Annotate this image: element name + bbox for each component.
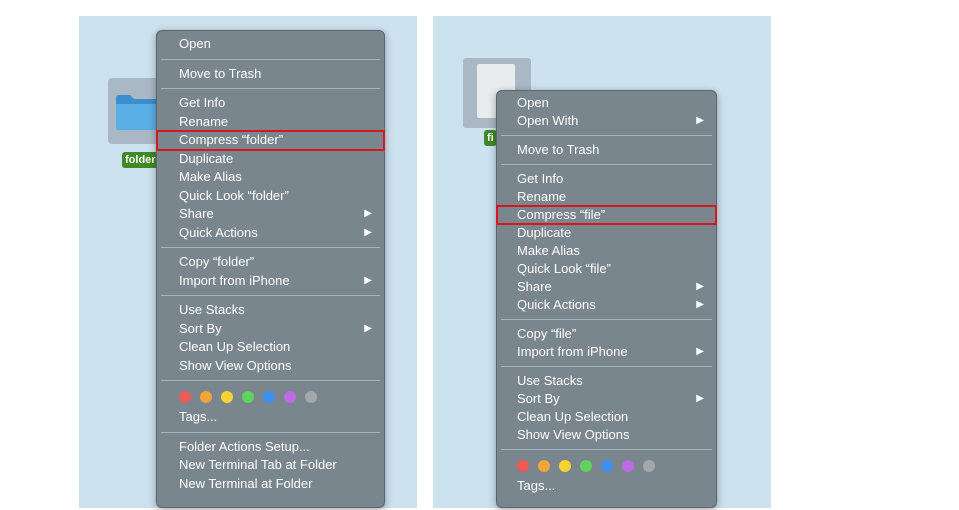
menu-item-copy[interactable]: Copy “folder” <box>157 253 384 272</box>
menu-item-open-with[interactable]: Open With ▶ <box>497 112 716 130</box>
tag-blue-dot[interactable] <box>263 391 275 403</box>
menu-item-open[interactable]: Open <box>497 94 716 112</box>
tag-gray-dot[interactable] <box>305 391 317 403</box>
menu-item-new-terminal-tab[interactable]: New Terminal Tab at Folder <box>157 456 384 475</box>
submenu-arrow-icon: ▶ <box>696 299 704 310</box>
tag-orange-dot[interactable] <box>200 391 212 403</box>
menu-item-show-view-options[interactable]: Show View Options <box>497 426 716 444</box>
menu-item-open[interactable]: Open <box>157 35 384 54</box>
menu-item-sort-by[interactable]: Sort By ▶ <box>497 390 716 408</box>
menu-item-compress[interactable]: Compress “folder” <box>156 130 385 151</box>
menu-separator <box>501 164 712 165</box>
submenu-arrow-icon: ▶ <box>696 393 704 404</box>
menu-item-new-terminal[interactable]: New Terminal at Folder <box>157 475 384 494</box>
menu-item-get-info[interactable]: Get Info <box>157 94 384 113</box>
menu-item-import-from-iphone[interactable]: Import from iPhone ▶ <box>157 272 384 291</box>
menu-item-make-alias[interactable]: Make Alias <box>497 242 716 260</box>
menu-item-make-alias[interactable]: Make Alias <box>157 168 384 187</box>
menu-item-sort-by[interactable]: Sort By ▶ <box>157 320 384 339</box>
menu-item-use-stacks[interactable]: Use Stacks <box>157 301 384 320</box>
menu-item-rename[interactable]: Rename <box>157 113 384 132</box>
context-menu-file: Open Open With ▶ Move to Trash Get Info R… <box>496 90 717 508</box>
menu-item-label: Sort By <box>517 391 560 406</box>
folder-graphic <box>116 95 160 130</box>
tag-yellow-dot[interactable] <box>221 391 233 403</box>
menu-item-label: Open With <box>517 113 579 128</box>
tag-red-dot[interactable] <box>517 460 529 472</box>
menu-item-clean-up-selection[interactable]: Clean Up Selection <box>497 408 716 426</box>
tag-green-dot[interactable] <box>580 460 592 472</box>
submenu-arrow-icon: ▶ <box>696 281 704 292</box>
menu-item-quick-look[interactable]: Quick Look “folder” <box>157 187 384 206</box>
menu-item-label: Quick Actions <box>517 297 596 312</box>
menu-separator <box>501 366 712 367</box>
tag-color-row <box>497 455 716 477</box>
menu-item-quick-look[interactable]: Quick Look “file” <box>497 260 716 278</box>
menu-item-share[interactable]: Share ▶ <box>157 205 384 224</box>
menu-item-share[interactable]: Share ▶ <box>497 278 716 296</box>
submenu-arrow-icon: ▶ <box>364 274 372 286</box>
menu-separator <box>161 380 380 381</box>
tag-gray-dot[interactable] <box>643 460 655 472</box>
menu-item-copy[interactable]: Copy “file” <box>497 325 716 343</box>
menu-item-folder-actions-setup[interactable]: Folder Actions Setup... <box>157 438 384 457</box>
menu-separator <box>161 295 380 296</box>
menu-item-get-info[interactable]: Get Info <box>497 170 716 188</box>
folder-icon[interactable] <box>108 78 160 144</box>
menu-item-label: Import from iPhone <box>179 272 290 288</box>
submenu-arrow-icon: ▶ <box>696 346 704 357</box>
tag-yellow-dot[interactable] <box>559 460 571 472</box>
file-name-label[interactable]: fi <box>484 130 497 146</box>
tag-color-row <box>157 386 384 408</box>
menu-item-label: Sort By <box>179 320 222 336</box>
menu-item-label: Import from iPhone <box>517 344 628 359</box>
menu-item-clean-up-selection[interactable]: Clean Up Selection <box>157 338 384 357</box>
tag-red-dot[interactable] <box>179 391 191 403</box>
menu-separator <box>501 319 712 320</box>
menu-separator <box>161 431 380 433</box>
menu-item-tags[interactable]: Tags... <box>497 477 716 495</box>
menu-item-rename[interactable]: Rename <box>497 188 716 206</box>
menu-item-tags[interactable]: Tags... <box>157 408 384 427</box>
menu-item-label: Share <box>517 279 552 294</box>
menu-item-use-stacks[interactable]: Use Stacks <box>497 372 716 390</box>
menu-separator <box>501 449 712 450</box>
tag-green-dot[interactable] <box>242 391 254 403</box>
menu-separator <box>161 247 380 248</box>
menu-item-import-from-iphone[interactable]: Import from iPhone ▶ <box>497 343 716 361</box>
menu-item-duplicate[interactable]: Duplicate <box>497 224 716 242</box>
menu-item-compress[interactable]: Compress “file” <box>496 205 717 225</box>
folder-name-label[interactable]: folder <box>122 152 159 168</box>
menu-item-show-view-options[interactable]: Show View Options <box>157 357 384 376</box>
context-menu-folder: Open Move to Trash Get Info Rename Compr… <box>156 30 385 508</box>
tag-blue-dot[interactable] <box>601 460 613 472</box>
menu-separator <box>161 88 380 89</box>
submenu-arrow-icon: ▶ <box>364 226 372 238</box>
menu-item-move-to-trash[interactable]: Move to Trash <box>157 65 384 84</box>
menu-separator <box>161 58 380 60</box>
submenu-arrow-icon: ▶ <box>364 208 372 219</box>
menu-item-label: Share <box>179 206 214 221</box>
menu-item-quick-actions[interactable]: Quick Actions ▶ <box>157 224 384 243</box>
tag-orange-dot[interactable] <box>538 460 550 472</box>
submenu-arrow-icon: ▶ <box>696 115 704 126</box>
tag-purple-dot[interactable] <box>622 460 634 472</box>
menu-item-label: Quick Actions <box>179 224 258 240</box>
menu-item-duplicate[interactable]: Duplicate <box>157 150 384 169</box>
menu-item-quick-actions[interactable]: Quick Actions ▶ <box>497 296 716 314</box>
menu-item-move-to-trash[interactable]: Move to Trash <box>497 141 716 159</box>
submenu-arrow-icon: ▶ <box>364 322 372 334</box>
menu-separator <box>501 135 712 136</box>
tag-purple-dot[interactable] <box>284 391 296 403</box>
